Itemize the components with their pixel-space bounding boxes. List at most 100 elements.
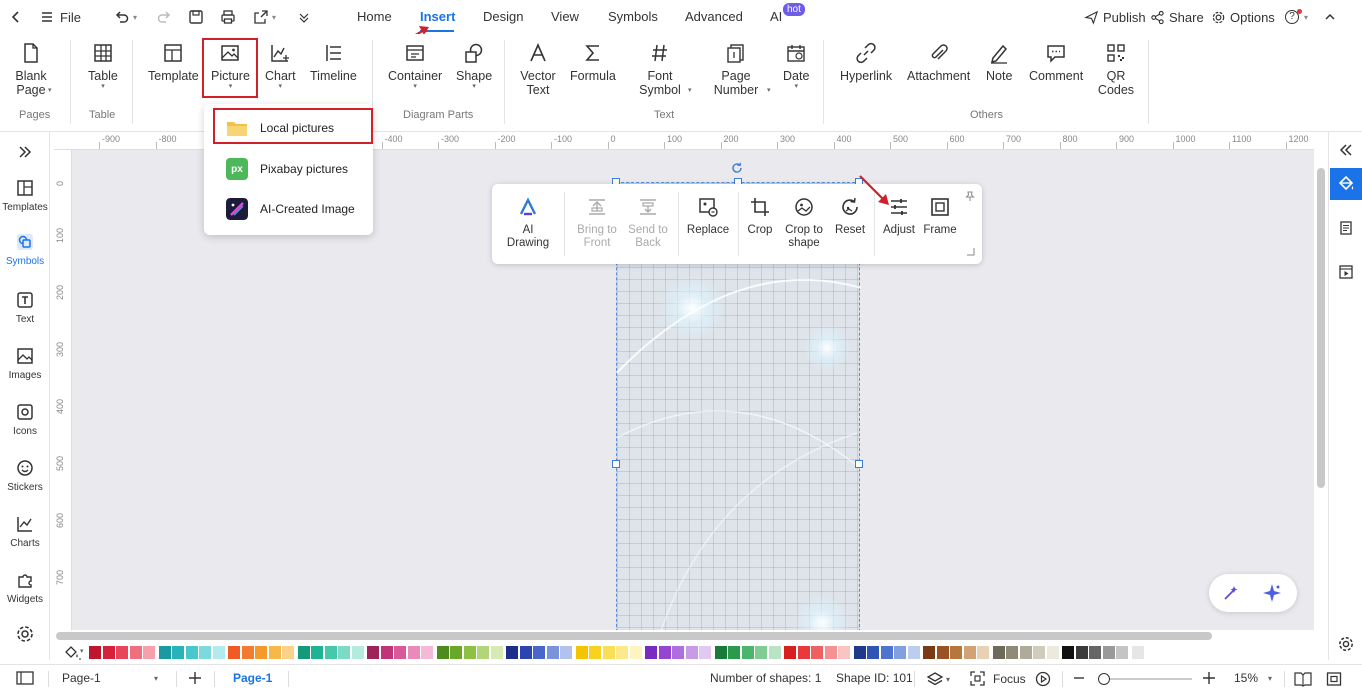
color-swatch[interactable] xyxy=(768,646,781,659)
color-swatch[interactable] xyxy=(923,646,935,659)
color-swatch[interactable] xyxy=(1089,646,1102,659)
color-swatch[interactable] xyxy=(158,646,171,659)
sparkle-icon[interactable] xyxy=(1262,583,1282,603)
frame-button[interactable]: Frame xyxy=(922,196,958,237)
color-swatch[interactable] xyxy=(658,646,671,659)
color-swatch[interactable] xyxy=(129,646,142,659)
template-button[interactable]: Template xyxy=(148,42,199,83)
color-swatch[interactable] xyxy=(797,646,810,659)
horizontal-scrollbar[interactable] xyxy=(54,630,1314,642)
undo-button[interactable]: ▾ xyxy=(114,7,137,27)
color-swatch[interactable] xyxy=(629,646,642,659)
color-swatch[interactable] xyxy=(477,646,490,659)
collapse-right-panel-button[interactable] xyxy=(1330,134,1362,166)
vertical-scrollbar[interactable] xyxy=(1314,150,1328,630)
rotate-handle-icon[interactable] xyxy=(731,162,743,174)
tab-view[interactable]: View xyxy=(551,9,579,24)
qr-codes-button[interactable]: QR Codes xyxy=(1097,42,1135,97)
style-panel-button[interactable] xyxy=(1330,168,1362,200)
formula-button[interactable]: Formula xyxy=(570,42,616,83)
color-swatch[interactable] xyxy=(838,646,851,659)
color-swatch[interactable] xyxy=(880,646,893,659)
options-button[interactable]: Options xyxy=(1211,7,1275,27)
color-swatch[interactable] xyxy=(867,646,880,659)
resize-handle-w[interactable] xyxy=(612,460,620,468)
color-swatch[interactable] xyxy=(338,646,351,659)
color-swatch[interactable] xyxy=(602,646,615,659)
color-swatch[interactable] xyxy=(1116,646,1129,659)
layers-button[interactable]: ▾ xyxy=(926,671,950,687)
color-swatch[interactable] xyxy=(963,646,976,659)
color-swatch[interactable] xyxy=(741,646,754,659)
color-swatch[interactable] xyxy=(907,646,920,659)
color-swatch[interactable] xyxy=(228,646,240,659)
color-swatch[interactable] xyxy=(212,646,225,659)
color-swatch[interactable] xyxy=(811,646,824,659)
zoom-out-button[interactable] xyxy=(1072,671,1086,685)
color-swatch[interactable] xyxy=(1033,646,1046,659)
menu-item-ai-created-image[interactable]: AI-Created Image xyxy=(212,192,365,226)
sidebar-item-charts[interactable]: Charts xyxy=(0,514,50,549)
date-button[interactable]: Date ▾ xyxy=(783,42,809,91)
fit-page-button[interactable] xyxy=(1294,671,1312,687)
menu-item-pixabay-pictures[interactable]: px Pixabay pictures xyxy=(212,152,365,186)
timeline-button[interactable]: Timeline xyxy=(310,42,357,83)
file-menu[interactable]: File xyxy=(40,7,81,27)
table-button[interactable]: Table ▾ xyxy=(88,42,118,91)
color-swatch[interactable] xyxy=(1102,646,1115,659)
horizontal-scroll-thumb[interactable] xyxy=(56,632,1212,640)
color-swatch[interactable] xyxy=(560,646,573,659)
color-swatch[interactable] xyxy=(992,646,1005,659)
color-swatch[interactable] xyxy=(421,646,434,659)
color-swatch[interactable] xyxy=(89,646,101,659)
crop-to-shape-button[interactable]: Crop to shape xyxy=(782,196,826,250)
redo-button[interactable] xyxy=(156,7,172,27)
pin-icon[interactable] xyxy=(964,190,976,202)
color-swatch[interactable] xyxy=(784,646,796,659)
color-swatch[interactable] xyxy=(185,646,198,659)
page-panel-toggle[interactable] xyxy=(16,671,34,685)
tab-symbols[interactable]: Symbols xyxy=(608,9,658,24)
color-swatch[interactable] xyxy=(714,646,727,659)
page-selector[interactable]: Page-1 ▾ xyxy=(62,671,162,685)
color-swatch[interactable] xyxy=(241,646,254,659)
color-swatch[interactable] xyxy=(367,646,379,659)
sidebar-item-icons[interactable]: Icons xyxy=(0,402,50,437)
resize-handle-e[interactable] xyxy=(855,460,863,468)
color-swatch[interactable] xyxy=(116,646,129,659)
color-swatch[interactable] xyxy=(589,646,602,659)
print-button[interactable] xyxy=(220,7,236,27)
help-button[interactable]: ? ▾ xyxy=(1285,7,1308,27)
color-swatch[interactable] xyxy=(950,646,963,659)
color-swatch[interactable] xyxy=(533,646,546,659)
chart-button[interactable]: Chart ▾ xyxy=(265,42,296,91)
font-symbol-button[interactable]: Font Symbol xyxy=(638,42,682,97)
zoom-slider-track[interactable] xyxy=(1098,678,1192,680)
page-tab-active[interactable]: Page-1 xyxy=(233,671,272,685)
color-swatch[interactable] xyxy=(506,646,518,659)
sidebar-item-symbols[interactable]: Symbols xyxy=(0,232,50,267)
color-swatch[interactable] xyxy=(728,646,741,659)
color-swatch[interactable] xyxy=(102,646,115,659)
crop-button[interactable]: Crop xyxy=(745,196,775,237)
color-swatch[interactable] xyxy=(255,646,268,659)
save-button[interactable] xyxy=(188,7,204,27)
color-swatch[interactable] xyxy=(199,646,212,659)
color-swatch[interactable] xyxy=(1019,646,1032,659)
color-swatch[interactable] xyxy=(755,646,768,659)
bring-to-front-button[interactable]: Bring to Front xyxy=(574,196,620,250)
color-swatch[interactable] xyxy=(1006,646,1019,659)
settings-button[interactable] xyxy=(0,624,50,648)
collapse-ribbon-button[interactable] xyxy=(1324,7,1336,27)
sidebar-item-text[interactable]: Text xyxy=(0,290,50,325)
color-swatch[interactable] xyxy=(143,646,156,659)
color-swatch[interactable] xyxy=(936,646,949,659)
color-swatch[interactable] xyxy=(490,646,503,659)
color-swatch[interactable] xyxy=(1131,646,1144,659)
color-swatch[interactable] xyxy=(463,646,476,659)
tab-design[interactable]: Design xyxy=(483,9,523,24)
color-swatch[interactable] xyxy=(172,646,185,659)
blank-page-button[interactable]: Blank Page xyxy=(14,42,48,97)
shape-button[interactable]: Shape ▾ xyxy=(456,42,492,91)
color-swatch[interactable] xyxy=(351,646,364,659)
